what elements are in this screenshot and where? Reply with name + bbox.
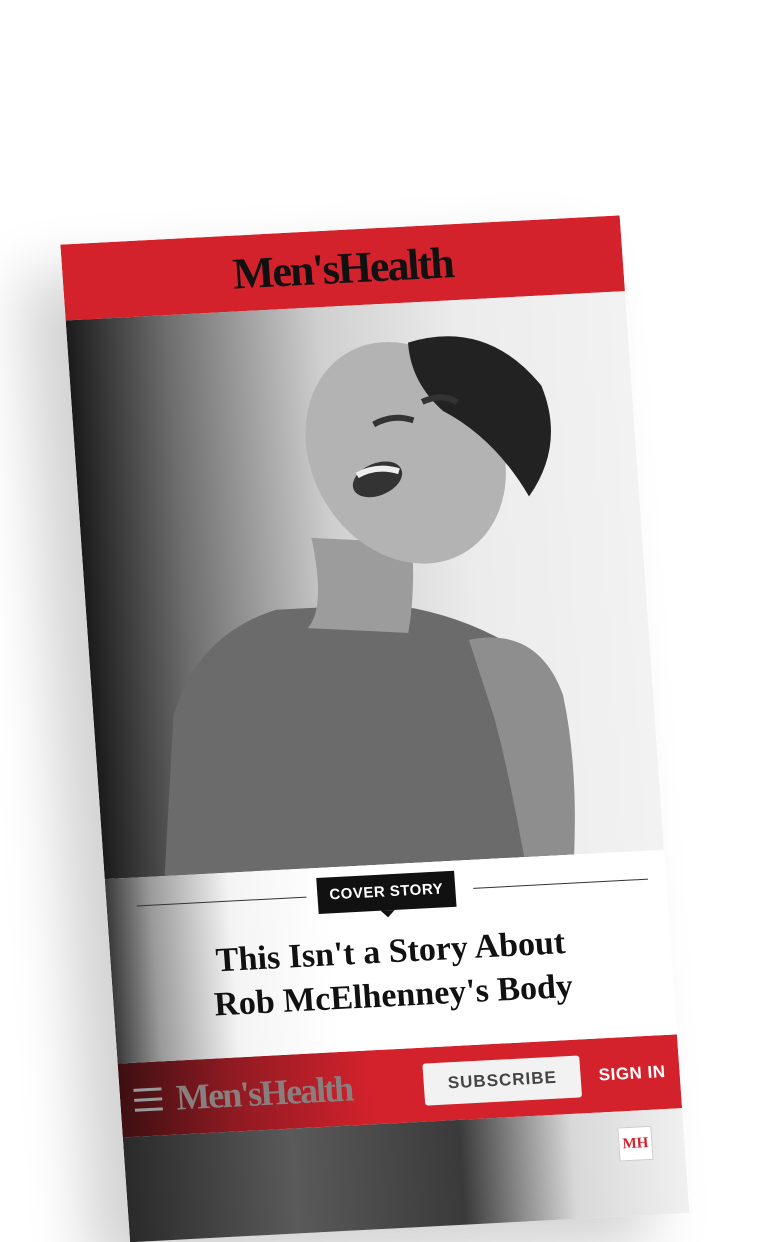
article-teaser[interactable]: COVER STORY This Isn't a Story About Rob… xyxy=(104,849,677,1064)
hamburger-menu-icon[interactable] xyxy=(133,1086,163,1112)
divider-left xyxy=(136,896,307,907)
mh-badge-icon: MH xyxy=(617,1125,654,1162)
brand-logo[interactable]: Men'sHealth xyxy=(231,237,454,299)
phone-screen: Men'sHealth COVER STORY This Isn't a Sto… xyxy=(60,215,690,1242)
navbar-logo[interactable]: Men'sHealth xyxy=(175,1064,412,1118)
subscribe-button[interactable]: SUBSCRIBE xyxy=(422,1055,583,1106)
divider-right xyxy=(473,878,649,889)
article-headline[interactable]: This Isn't a Story About Rob McElhenney'… xyxy=(129,917,655,1032)
cover-story-badge: COVER STORY xyxy=(316,870,457,914)
sign-in-link[interactable]: SIGN IN xyxy=(594,1062,666,1086)
portrait-photo-icon xyxy=(164,336,575,876)
hero-image[interactable] xyxy=(65,291,665,880)
